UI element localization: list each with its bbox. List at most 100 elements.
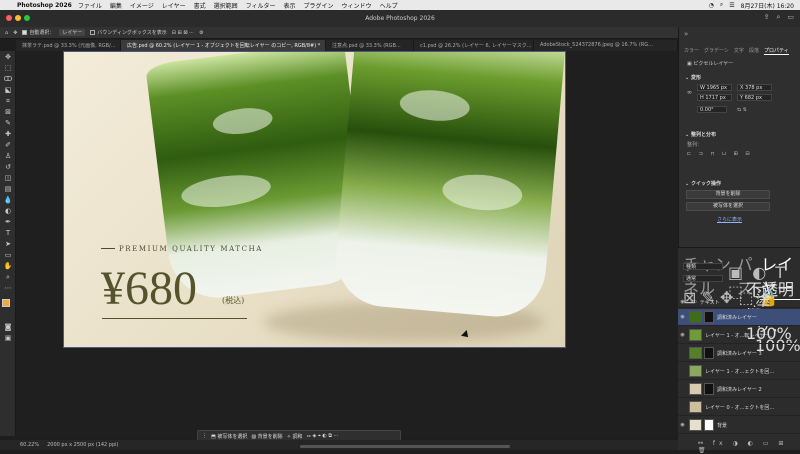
search-icon-ps[interactable]: ⌕ [776, 13, 780, 22]
marquee-tool-icon[interactable]: ⬚ [3, 64, 13, 73]
tab-notes[interactable]: 注意点.psd @ 33.3% (RGB... [326, 40, 414, 51]
menu-select[interactable]: 選択範囲 [214, 1, 238, 10]
layer-row-layer1[interactable]: レイヤー 1 - オ...ェクトを回転レイヤー [678, 363, 800, 380]
flip-icons[interactable]: ⇆ ⇅ [737, 107, 747, 113]
tab-color[interactable]: カラー [684, 47, 699, 55]
eraser-tool-icon[interactable]: ◫ [3, 174, 13, 183]
menu-layer[interactable]: レイヤー [162, 1, 186, 10]
layer-mask-thumbnail[interactable] [704, 419, 714, 431]
tab-adobestock[interactable]: AdobeStock_524372876.jpeg @ 16.7% (RG... [534, 40, 678, 51]
frame-tool-icon[interactable]: ⊠ [3, 108, 13, 117]
quick-mask-icon[interactable]: ◙ [3, 323, 13, 332]
eye-icon[interactable]: ◉ [678, 314, 687, 320]
menu-plugins[interactable]: プラグイン [304, 1, 334, 10]
hand-tool-icon[interactable]: ✋ [3, 262, 13, 271]
layer-mask-thumbnail[interactable] [704, 383, 714, 395]
harmonize-button[interactable]: ✧ 調和 [287, 433, 303, 440]
blend-mode-dropdown[interactable]: 通常 [683, 275, 723, 282]
align-icons[interactable]: ⊟ ⊞ ⊠ ⋯ [172, 30, 194, 36]
select-subject-panel-button[interactable]: 被写体を選択 [686, 202, 770, 211]
layer-row-layer0[interactable]: レイヤー 0 - オ...ェクトを回転レイヤー [678, 399, 800, 416]
type-tool-icon[interactable]: T [3, 229, 13, 238]
eyedropper-tool-icon[interactable]: ✎ [3, 119, 13, 128]
crop-tool-icon[interactable]: ⌗ [3, 97, 13, 106]
menu-file[interactable]: ファイル [78, 1, 102, 10]
width-field[interactable]: W 1965 px [697, 84, 732, 91]
horizontal-scrollbar[interactable] [300, 445, 510, 448]
autoselect-dropdown[interactable]: レイヤー [59, 29, 86, 36]
menu-image[interactable]: イメージ [130, 1, 154, 10]
select-subject-button[interactable]: ⬒ 被写体を選択 [211, 433, 247, 440]
menu-type[interactable]: 書式 [194, 1, 206, 10]
tab-paragraph[interactable]: 段落 [749, 47, 759, 55]
link-icon[interactable]: ∞ [687, 89, 692, 96]
drag-handle-icon[interactable]: ⋮ [202, 433, 207, 439]
tab-character[interactable]: 文字 [734, 47, 744, 55]
home-icon[interactable]: ⌂ [5, 30, 8, 36]
shape-tool-icon[interactable]: ▭ [3, 251, 13, 260]
layer-row-background[interactable]: ◉ 背景 [678, 417, 800, 434]
history-brush-icon[interactable]: ↺ [3, 163, 13, 172]
healing-tool-icon[interactable]: ✚ [3, 130, 13, 139]
remove-bg-button[interactable]: ▨ 背景を削除 [251, 433, 282, 440]
align-icons-row[interactable]: ⊏ ⊐ ⊓ ⊔ ⊞ ⊟ [687, 151, 753, 157]
transform-section-title[interactable]: ⌄ 変形 [685, 74, 701, 81]
zoom-tool-icon[interactable]: ⌕ [3, 273, 13, 282]
layers-footer-icons[interactable]: ⚯ fx ◑ ◐ ▭ ⊞ 🗑 [698, 440, 800, 454]
workspace-icon[interactable]: ▭ [787, 13, 794, 22]
object-select-tool-icon[interactable]: ⬕ [3, 86, 13, 95]
dodge-tool-icon[interactable]: ◐ [3, 207, 13, 216]
layer-filter-dropdown[interactable]: 種類 [683, 263, 723, 270]
layer-row-harmonized-2[interactable]: 調和済みレイヤー 2 [678, 381, 800, 398]
taskbar-more-icons[interactable]: ⚏ ◈ ⌖ ◐ ⧉ ⋯ [306, 433, 338, 439]
menu-window[interactable]: ウィンドウ [342, 1, 372, 10]
more-tools-icon[interactable]: ⋯ [3, 284, 13, 293]
tab-properties[interactable]: プロパティ [763, 47, 789, 55]
tab-gradient[interactable]: グラデーシ [704, 47, 729, 55]
y-field[interactable]: Y 682 px [737, 94, 772, 101]
tab-ad-active[interactable]: 広告.psd @ 60.2% (レイヤー 1 - オブジェクトを回転レイヤー の… [121, 40, 326, 51]
menu-help[interactable]: ヘルプ [380, 1, 398, 10]
tab-matcha-latte[interactable]: 抹茶ラテ.psd @ 33.3% (元画像, RGB/... [16, 40, 121, 51]
control-center-icon[interactable]: ☰ [729, 2, 734, 9]
blur-tool-icon[interactable]: 💧 [3, 196, 13, 205]
menu-view[interactable]: 表示 [284, 1, 296, 10]
screen-mode-icon[interactable]: ▣ [3, 334, 13, 343]
lasso-tool-icon[interactable]: ↀ [3, 75, 13, 84]
layer-row-harmonized[interactable]: ◉ 調和済みレイヤー [678, 309, 800, 326]
foreground-color-swatch[interactable] [2, 299, 10, 307]
autoselect-checkbox[interactable]: 自動選択： [22, 29, 54, 36]
x-field[interactable]: X 378 px [737, 84, 772, 91]
menu-filter[interactable]: フィルター [246, 1, 276, 10]
quick-actions-title[interactable]: ⌄ クイック操作 [685, 180, 721, 187]
layer-row-layer1-copy[interactable]: ◉ レイヤー 1 - オ...転レイヤー のコピー [678, 327, 800, 344]
remove-background-button[interactable]: 背景を削除 [686, 190, 770, 199]
app-menu[interactable]: Photoshop 2026 [17, 2, 72, 9]
zoom-window-button[interactable] [24, 15, 30, 21]
angle-field[interactable]: 0.00° [697, 106, 727, 113]
tab-c1[interactable]: c1.psd @ 26.2% (レイヤー 6, レイヤーマスク... [414, 40, 534, 51]
show-more-link[interactable]: さらに表示 [717, 216, 742, 223]
stamp-tool-icon[interactable]: ♙ [3, 152, 13, 161]
brush-tool-icon[interactable]: ✐ [3, 141, 13, 150]
menu-edit[interactable]: 編集 [110, 1, 122, 10]
search-icon[interactable]: ⌕ [720, 1, 723, 9]
move-tool-icon[interactable]: ✥ [13, 30, 17, 36]
bbox-checkbox[interactable]: バウンディングボックスを表示 [90, 29, 167, 36]
gear-icon[interactable]: ⚙ [199, 30, 203, 36]
eye-icon[interactable]: ◉ [678, 332, 687, 338]
document-canvas[interactable]: PREMIUM QUALITY MATCHA ¥680 (税込) [63, 51, 566, 348]
eye-icon[interactable]: ◉ [678, 299, 687, 305]
layer-row-harmonized-3[interactable]: 調和済みレイヤー 3 [678, 345, 800, 362]
canvas-area[interactable]: PREMIUM QUALITY MATCHA ¥680 (税込) [16, 51, 678, 436]
layer-mask-thumbnail[interactable] [704, 311, 714, 323]
collapse-icon[interactable]: » [684, 30, 688, 38]
layer-row-text-group[interactable]: ◉ ›▭ テキスト [678, 297, 800, 308]
pen-tool-icon[interactable]: ✒ [3, 218, 13, 227]
clock[interactable]: 8月27日(木) 16:20 [741, 1, 794, 10]
gradient-tool-icon[interactable]: ▤ [3, 185, 13, 194]
zoom-level[interactable]: 60.22% [20, 442, 39, 448]
close-window-button[interactable] [6, 15, 12, 21]
align-section-title[interactable]: ⌄ 整列と分布 [685, 131, 716, 138]
share-icon[interactable]: ⇪ [764, 13, 770, 22]
